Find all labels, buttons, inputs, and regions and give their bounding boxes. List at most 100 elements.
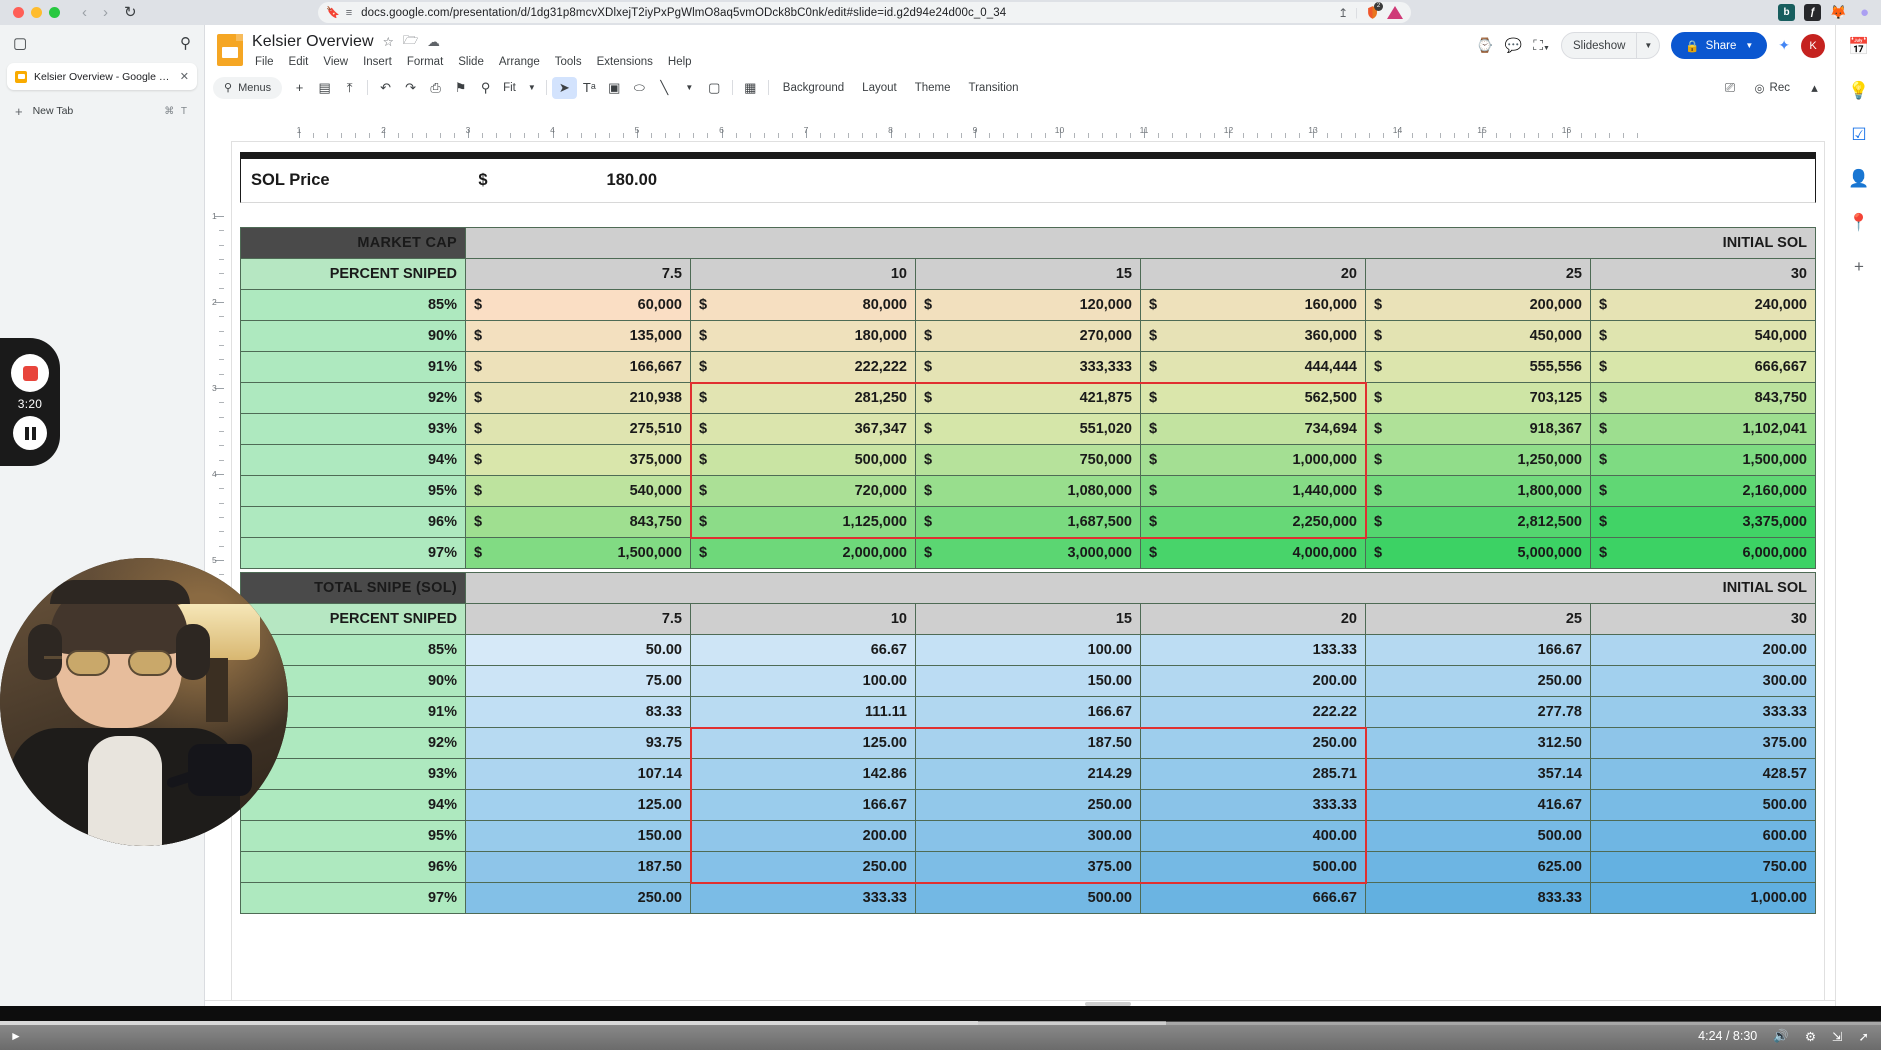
line-icon[interactable]: ╲ (652, 77, 677, 99)
cell[interactable]: 277.78 (1366, 697, 1591, 728)
cell[interactable]: $720,000 (691, 476, 916, 507)
table-row[interactable]: 90%75.00100.00150.00200.00250.00300.00 (241, 666, 1816, 697)
cell[interactable]: $540,000 (466, 476, 691, 507)
cell[interactable]: $270,000 (916, 321, 1141, 352)
table-row[interactable]: 85%50.0066.67100.00133.33166.67200.00 (241, 635, 1816, 666)
menu-file[interactable]: File (253, 55, 276, 69)
browser-tab-kelsier-overview[interactable]: Kelsier Overview - Google Slides ✕ (7, 63, 197, 90)
avatar[interactable]: K (1801, 34, 1825, 58)
cell[interactable]: $6,000,000 (1591, 538, 1816, 569)
cell[interactable]: $1,000,000 (1141, 445, 1366, 476)
table-row[interactable]: 93%107.14142.86214.29285.71357.14428.57 (241, 759, 1816, 790)
cell[interactable]: $2,812,500 (1366, 507, 1591, 538)
cell[interactable]: $135,000 (466, 321, 691, 352)
gear-icon[interactable]: ⚙ (1805, 1029, 1816, 1044)
search-icon[interactable]: ⚲ (180, 34, 191, 52)
table-row[interactable]: 92%93.75125.00187.50250.00312.50375.00 (241, 728, 1816, 759)
menu-extensions[interactable]: Extensions (595, 55, 655, 69)
table-row[interactable]: 95%$540,000$720,000$1,080,000$1,440,000$… (241, 476, 1816, 507)
total-snipe-table[interactable]: TOTAL SNIPE (SOL)INITIAL SOLPERCENT SNIP… (240, 572, 1816, 914)
cell[interactable]: 333.33 (1141, 790, 1366, 821)
chevron-up-icon[interactable]: ▴ (1802, 77, 1827, 99)
cell[interactable]: 66.67 (691, 635, 916, 666)
market-cap-table[interactable]: MARKET CAPINITIAL SOLPERCENT SNIPED7.510… (240, 227, 1816, 569)
undo-icon[interactable]: ↶ (373, 77, 398, 99)
slide-surface[interactable]: SOL Price $ 180.00 MARKET CAPINITIAL SOL… (231, 141, 1825, 1050)
cell[interactable]: 400.00 (1141, 821, 1366, 852)
transition-button[interactable]: Transition (960, 82, 1028, 94)
cell[interactable]: $240,000 (1591, 290, 1816, 321)
cell[interactable]: $3,375,000 (1591, 507, 1816, 538)
cell[interactable]: 150.00 (466, 821, 691, 852)
select-tool-icon[interactable]: ➤ (552, 77, 577, 99)
slideshow-button[interactable]: Slideshow ▼ (1561, 32, 1660, 59)
menu-arrange[interactable]: Arrange (497, 55, 542, 69)
pause-recording-icon[interactable] (13, 416, 47, 450)
cell[interactable]: 300.00 (1591, 666, 1816, 697)
fullscreen-icon[interactable]: ➚ (1859, 1029, 1869, 1044)
bitwarden-extension-icon[interactable]: b (1778, 4, 1795, 21)
present-overlay-icon[interactable]: ⎚ (1718, 77, 1743, 99)
cell[interactable]: 166.67 (1366, 635, 1591, 666)
move-to-folder-icon[interactable]: 🗁 (403, 31, 419, 52)
cell[interactable]: 250.00 (1366, 666, 1591, 697)
cell[interactable]: $367,347 (691, 414, 916, 445)
comment-icon[interactable]: 💬 (1505, 37, 1522, 54)
volume-icon[interactable]: 🔊 (1773, 1029, 1789, 1044)
text-box-icon[interactable]: Tᵃ (577, 77, 602, 99)
cell[interactable]: 83.33 (466, 697, 691, 728)
cell[interactable]: 187.50 (916, 728, 1141, 759)
menu-edit[interactable]: Edit (287, 55, 311, 69)
cell[interactable]: $1,080,000 (916, 476, 1141, 507)
cell[interactable]: 285.71 (1141, 759, 1366, 790)
tasks-icon[interactable]: ☑ (1836, 113, 1881, 157)
cell[interactable]: $843,750 (466, 507, 691, 538)
cell[interactable]: 50.00 (466, 635, 691, 666)
brave-shields-icon[interactable]: 2 (1365, 5, 1380, 20)
table-row[interactable]: 92%$210,938$281,250$421,875$562,500$703,… (241, 383, 1816, 414)
cell[interactable]: 166.67 (691, 790, 916, 821)
metamask-extension-icon[interactable]: 🦊 (1830, 4, 1847, 21)
cell[interactable]: 142.86 (691, 759, 916, 790)
print-icon[interactable]: ⎙ (423, 77, 448, 99)
cell[interactable]: $666,667 (1591, 352, 1816, 383)
stop-recording-icon[interactable] (11, 354, 49, 392)
cell[interactable]: 428.57 (1591, 759, 1816, 790)
menu-slide[interactable]: Slide (456, 55, 486, 69)
menu-format[interactable]: Format (405, 55, 445, 69)
menu-help[interactable]: Help (666, 55, 694, 69)
menu-view[interactable]: View (321, 55, 350, 69)
cell[interactable]: 250.00 (916, 790, 1141, 821)
table-row[interactable]: 93%$275,510$367,347$551,020$734,694$918,… (241, 414, 1816, 445)
table-row[interactable]: 97%$1,500,000$2,000,000$3,000,000$4,000,… (241, 538, 1816, 569)
maps-icon[interactable]: 📍 (1836, 201, 1881, 245)
gemini-spark-icon[interactable]: ✦ (1778, 37, 1790, 54)
close-icon[interactable]: ✕ (180, 70, 189, 83)
cell[interactable]: $375,000 (466, 445, 691, 476)
cell[interactable]: 222.22 (1141, 697, 1366, 728)
cell[interactable]: 750.00 (1591, 852, 1816, 883)
page-title[interactable]: Kelsier Overview (252, 33, 374, 51)
cell[interactable]: $500,000 (691, 445, 916, 476)
menu-tools[interactable]: Tools (553, 55, 584, 69)
cell[interactable]: 416.67 (1366, 790, 1591, 821)
cell[interactable]: 107.14 (466, 759, 691, 790)
cell[interactable]: $750,000 (916, 445, 1141, 476)
cell[interactable]: $210,938 (466, 383, 691, 414)
cell[interactable]: $421,875 (916, 383, 1141, 414)
redo-icon[interactable]: ↷ (398, 77, 423, 99)
cell[interactable]: 833.33 (1366, 883, 1591, 914)
cell[interactable]: 1,000.00 (1591, 883, 1816, 914)
table-row[interactable]: 96%$843,750$1,125,000$1,687,500$2,250,00… (241, 507, 1816, 538)
cell[interactable]: $222,222 (691, 352, 916, 383)
background-button[interactable]: Background (774, 82, 853, 94)
cell[interactable]: $1,102,041 (1591, 414, 1816, 445)
zoom-icon[interactable]: ⚲ (473, 77, 498, 99)
layout-icon[interactable]: ▤ (312, 77, 337, 99)
cell[interactable]: 200.00 (1141, 666, 1366, 697)
cell[interactable]: 600.00 (1591, 821, 1816, 852)
insert-image-icon[interactable]: ▣ (602, 77, 627, 99)
layout-button[interactable]: Layout (853, 82, 906, 94)
cell[interactable]: 333.33 (691, 883, 916, 914)
cell[interactable]: $450,000 (1366, 321, 1591, 352)
